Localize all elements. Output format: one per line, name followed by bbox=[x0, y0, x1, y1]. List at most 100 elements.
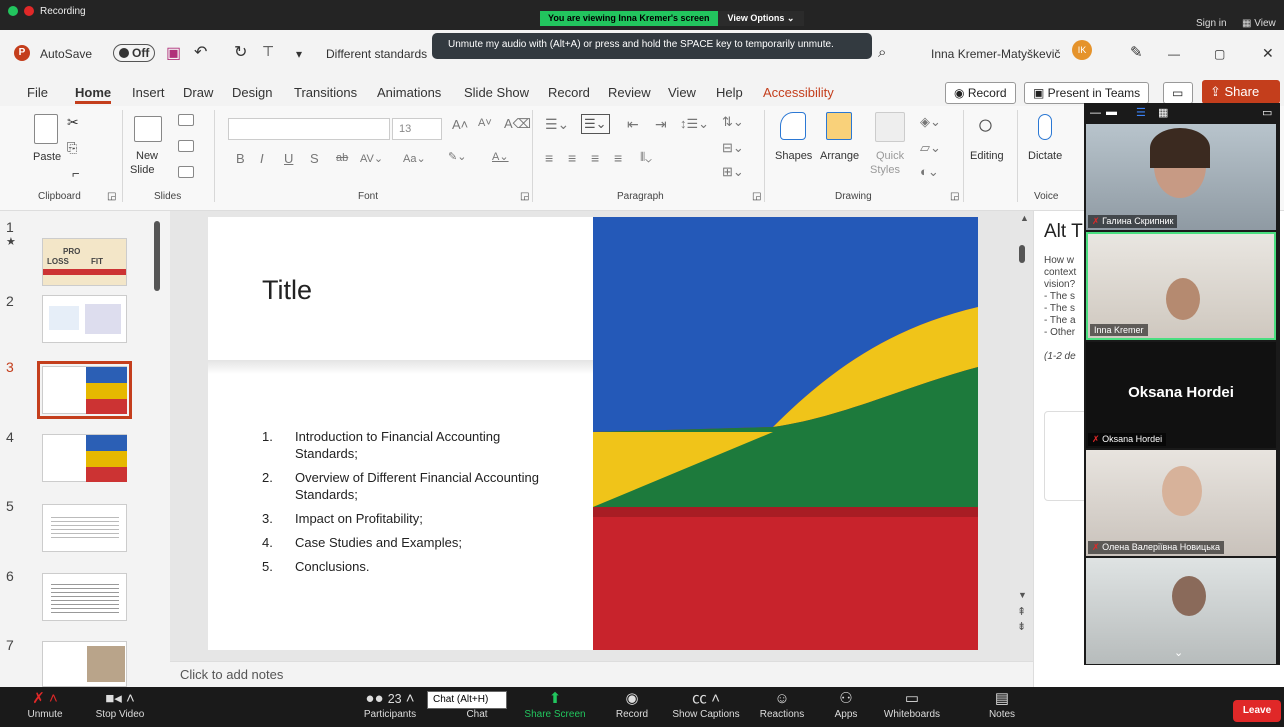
strikethrough-icon[interactable]: ab bbox=[336, 152, 348, 164]
font-name-box[interactable] bbox=[228, 118, 390, 140]
slide-thumbnail-4[interactable] bbox=[42, 434, 127, 482]
tab-animations[interactable]: Animations bbox=[377, 85, 441, 100]
tab-design[interactable]: Design bbox=[232, 85, 272, 100]
change-case-icon[interactable]: Aa⌄ bbox=[403, 152, 426, 165]
new-slide-icon[interactable] bbox=[134, 116, 162, 142]
view-button[interactable]: ▦ View bbox=[1242, 18, 1276, 29]
canvas-scroll-down-icon[interactable]: ▼ bbox=[1018, 590, 1027, 600]
restore-icon[interactable]: ▢ bbox=[1214, 47, 1225, 61]
minimize-icon[interactable]: — bbox=[1168, 47, 1180, 61]
panel-strip-icon[interactable]: ☰ bbox=[1136, 106, 1146, 119]
paragraph-launcher-icon[interactable]: ◲ bbox=[752, 191, 761, 202]
bullets-icon[interactable]: ☰⌄ bbox=[545, 116, 569, 133]
arrange-label[interactable]: Arrange bbox=[820, 150, 859, 162]
view-options-button[interactable]: View Options ⌄ bbox=[717, 11, 805, 26]
text-direction-icon[interactable]: ⇅⌄ bbox=[722, 114, 744, 130]
customize-qat-icon[interactable]: ▾ bbox=[296, 47, 302, 61]
format-painter-icon[interactable]: ⌐ bbox=[72, 166, 80, 181]
align-right-icon[interactable]: ≡ bbox=[591, 150, 599, 166]
new-slide-label[interactable]: New bbox=[136, 150, 158, 162]
grow-font-icon[interactable]: A˄ bbox=[452, 117, 468, 132]
reactions-button[interactable]: ☺ Reactions bbox=[754, 689, 810, 720]
present-in-teams-button[interactable]: ▣ Present in Teams bbox=[1024, 82, 1150, 104]
copy-icon[interactable]: ⎘ bbox=[67, 140, 77, 156]
apps-button[interactable]: ⚇ Apps bbox=[826, 689, 866, 720]
comment-icon[interactable]: ▭ bbox=[1163, 82, 1193, 104]
notes-pane[interactable]: Click to add notes bbox=[170, 661, 1033, 687]
tab-home[interactable]: Home bbox=[75, 85, 112, 104]
panel-single-icon[interactable]: ▬ bbox=[1106, 106, 1117, 118]
align-center-icon[interactable]: ≡ bbox=[568, 150, 576, 166]
paste-icon[interactable] bbox=[34, 114, 58, 144]
panel-exit-icon[interactable]: ▭ bbox=[1262, 106, 1272, 119]
line-spacing-icon[interactable]: ↕☰⌄ bbox=[680, 116, 709, 132]
drawing-launcher-icon[interactable]: ◲ bbox=[950, 191, 959, 202]
justify-icon[interactable]: ≡ bbox=[614, 150, 622, 166]
slide-thumbnail-3[interactable] bbox=[37, 361, 132, 419]
editing-label[interactable]: Editing bbox=[970, 150, 1004, 162]
video-tile[interactable]: ✗ Галина Скрипник bbox=[1086, 124, 1276, 230]
share-screen-button[interactable]: ⬆ Share Screen bbox=[520, 689, 590, 720]
microphone-icon[interactable] bbox=[1038, 114, 1052, 140]
video-tile[interactable]: Inna Kremer bbox=[1086, 232, 1276, 340]
present-icon[interactable]: ⊤ bbox=[262, 43, 274, 60]
align-text-icon[interactable]: ⊟⌄ bbox=[722, 140, 744, 156]
unmute-button[interactable]: ✗ ˄ Unmute bbox=[20, 689, 70, 720]
previous-slide-icon[interactable]: ⇞ bbox=[1017, 605, 1026, 618]
record-zoom-button[interactable]: ◉ Record bbox=[610, 689, 654, 720]
tab-insert[interactable]: Insert bbox=[132, 85, 165, 100]
undo-icon[interactable]: ↶ bbox=[194, 42, 207, 62]
underline-icon[interactable]: U bbox=[284, 151, 293, 166]
shape-fill-icon[interactable]: ◈⌄ bbox=[920, 114, 941, 130]
slide-title[interactable]: Title bbox=[262, 275, 312, 306]
panel-minimize-icon[interactable]: — bbox=[1090, 107, 1101, 119]
stop-video-button[interactable]: ■◂ ˄ Stop Video bbox=[85, 689, 155, 720]
dictate-label[interactable]: Dictate bbox=[1028, 150, 1062, 162]
tab-draw[interactable]: Draw bbox=[183, 85, 213, 100]
slide-thumbnail-7[interactable] bbox=[42, 641, 127, 687]
canvas-scrollbar[interactable] bbox=[1019, 245, 1025, 263]
designer-icon[interactable]: ✎ bbox=[1130, 43, 1143, 61]
alt-text-input[interactable] bbox=[1044, 411, 1084, 501]
shapes-label[interactable]: Shapes bbox=[775, 150, 812, 162]
font-launcher-icon[interactable]: ◲ bbox=[520, 191, 529, 202]
tab-accessibility[interactable]: Accessibility bbox=[763, 85, 834, 100]
align-left-icon[interactable]: ≡ bbox=[545, 150, 553, 166]
video-tile[interactable]: ✗ Олена Валеріївна Новицька bbox=[1086, 450, 1276, 556]
close-icon[interactable]: ✕ bbox=[1262, 45, 1274, 62]
smartart-icon[interactable]: ⊞⌄ bbox=[722, 164, 744, 180]
autosave-toggle[interactable]: Off bbox=[113, 44, 156, 62]
decrease-indent-icon[interactable]: ⇤ bbox=[627, 116, 639, 133]
shape-effects-icon[interactable]: ◐⌄ bbox=[920, 164, 939, 180]
slide-thumbnail-6[interactable] bbox=[42, 573, 127, 621]
new-slide-label-2[interactable]: Slide bbox=[130, 164, 154, 176]
avatar[interactable]: IK bbox=[1072, 40, 1092, 60]
paste-label[interactable]: Paste bbox=[33, 151, 61, 163]
shrink-font-icon[interactable]: A˅ bbox=[478, 117, 492, 129]
search-icon[interactable]: ⌕ bbox=[878, 44, 886, 61]
record-button[interactable]: ◉ Record bbox=[945, 82, 1016, 104]
clipboard-launcher-icon[interactable]: ◲ bbox=[107, 191, 116, 202]
columns-icon[interactable]: ⦀⌄ bbox=[640, 150, 652, 165]
reset-icon[interactable] bbox=[178, 140, 194, 152]
quick-styles-icon[interactable] bbox=[875, 112, 905, 142]
bold-icon[interactable]: B bbox=[236, 151, 245, 166]
video-tile[interactable]: Oksana Hordei ✗ Oksana Hordei bbox=[1086, 342, 1276, 448]
next-slide-icon[interactable]: ⇟ bbox=[1017, 620, 1026, 633]
share-button[interactable]: ⇪ Share ⌄ bbox=[1202, 80, 1280, 115]
character-spacing-icon[interactable]: AV⌄ bbox=[360, 152, 383, 165]
participants-button[interactable]: ●● 23 ˄ Participants bbox=[355, 689, 425, 720]
flags-image[interactable] bbox=[593, 217, 978, 650]
shape-outline-icon[interactable]: ▱⌄ bbox=[920, 140, 941, 156]
slide-thumbnail-2[interactable] bbox=[42, 295, 127, 343]
tab-record[interactable]: Record bbox=[548, 85, 590, 100]
thumbs-scrollbar[interactable] bbox=[154, 221, 160, 291]
slide-thumbnail-5[interactable] bbox=[42, 504, 127, 552]
sign-in-link[interactable]: Sign in bbox=[1196, 18, 1227, 29]
save-icon[interactable]: ▣ bbox=[166, 43, 181, 63]
shapes-icon[interactable] bbox=[780, 112, 806, 140]
redo-icon[interactable]: ↻ bbox=[234, 42, 247, 62]
tab-view[interactable]: View bbox=[668, 85, 696, 100]
highlight-icon[interactable]: ✎⌄ bbox=[448, 150, 466, 163]
agenda-list[interactable]: 1. Introduction to Financial Accounting S… bbox=[262, 428, 562, 582]
